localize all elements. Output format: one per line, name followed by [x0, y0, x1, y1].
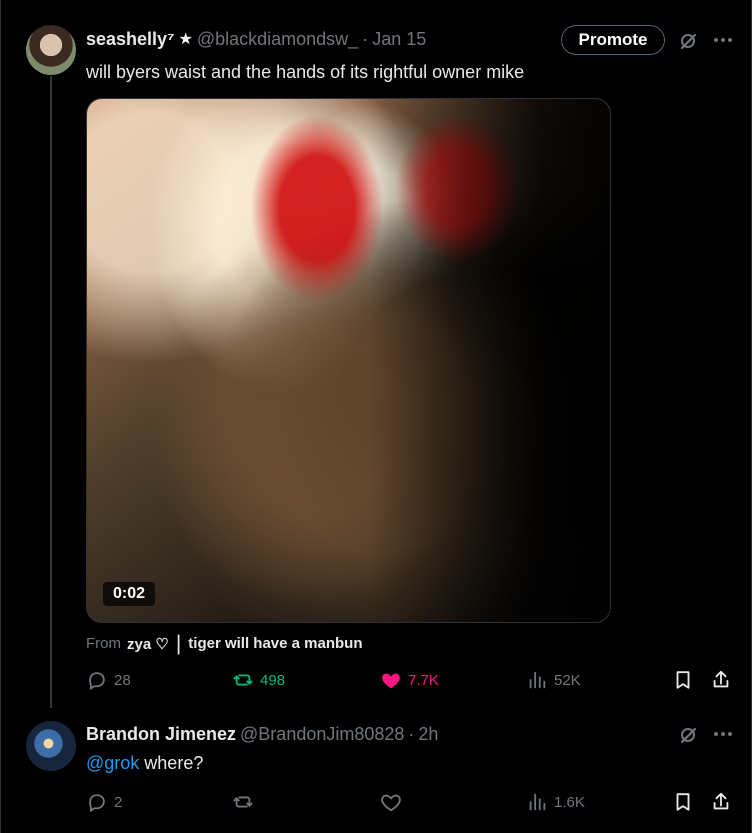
left-border	[0, 0, 1, 833]
source-divider: |	[175, 632, 182, 655]
author-badge: ★	[178, 31, 193, 48]
repost-count: 498	[260, 671, 286, 689]
views-icon	[529, 793, 546, 811]
author-avatar[interactable]	[26, 25, 76, 75]
views-icon	[529, 671, 546, 689]
repost-icon	[233, 674, 253, 686]
thread-line	[50, 76, 52, 708]
reply-views-button[interactable]: 1.6K	[526, 791, 585, 813]
repost-icon	[233, 796, 253, 808]
share-icon	[713, 792, 729, 810]
promote-button[interactable]: Promote	[561, 25, 665, 55]
reply-count: 28	[114, 671, 131, 689]
like-button[interactable]: 7.7K	[380, 669, 439, 691]
reply-separator-dot: ·	[408, 723, 415, 744]
author-handle[interactable]: @blackdiamondsw_	[197, 29, 358, 50]
source-author[interactable]: zya ♡	[127, 635, 169, 653]
reply-reply-button[interactable]: 2	[86, 791, 122, 813]
reply-share-button[interactable]	[710, 791, 732, 813]
reply-author-name[interactable]: Brandon Jimenez	[86, 724, 236, 745]
share-button[interactable]	[710, 669, 732, 691]
tweet-text: will byers waist and the hands of its ri…	[86, 62, 525, 82]
view-count: 52K	[554, 671, 581, 689]
reply-author-handle[interactable]: @BrandonJim80828	[240, 724, 404, 745]
reply-bookmark-button[interactable]	[672, 791, 694, 813]
reply-view-count: 1.6K	[554, 793, 585, 811]
reply-author-avatar[interactable]	[26, 721, 76, 771]
reply-text: @grok where?	[86, 751, 203, 775]
reply-body: where?	[139, 753, 204, 773]
source-title[interactable]: tiger will have a manbun	[188, 635, 362, 652]
like-icon	[382, 673, 400, 689]
video-source: From zya ♡ | tiger will have a manbun	[86, 633, 363, 654]
reply-actions: 2 1.6K	[86, 791, 746, 815]
video-duration: 0:02	[103, 582, 155, 606]
like-icon	[381, 794, 401, 812]
reply-reply-count: 2	[114, 793, 123, 811]
like-count: 7.7K	[408, 671, 439, 689]
reply-like-button[interactable]	[380, 791, 408, 813]
bookmark-button[interactable]	[672, 669, 694, 691]
source-from-label: From	[86, 635, 121, 652]
repost-button[interactable]: 498	[232, 669, 285, 691]
share-icon	[713, 670, 729, 688]
more-icon[interactable]	[712, 31, 734, 49]
reply-icon	[89, 794, 105, 813]
grok-icon[interactable]	[677, 30, 699, 52]
author-name[interactable]: seashelly⁷	[86, 29, 175, 50]
bookmark-icon	[676, 793, 690, 811]
reply-header: Brandon Jimenez @BrandonJim80828 · 2h	[86, 722, 438, 746]
tweet-date[interactable]: Jan 15	[372, 29, 426, 50]
tweet-header: seashelly⁷ ★ @blackdiamondsw_ · Jan 15	[86, 27, 426, 51]
separator-dot: ·	[362, 28, 369, 49]
reply-time[interactable]: 2h	[418, 724, 438, 745]
views-button[interactable]: 52K	[526, 669, 581, 691]
reply-button[interactable]: 28	[86, 669, 131, 691]
reply-repost-button[interactable]	[232, 791, 260, 813]
reply-mention[interactable]: @grok	[86, 753, 139, 773]
reply-icon	[89, 672, 105, 691]
tweet-actions: 28 498 7.7K 52K	[86, 669, 746, 693]
reply-more-icon[interactable]	[712, 725, 734, 743]
bookmark-icon	[676, 671, 690, 689]
reply-grok-icon[interactable]	[677, 724, 699, 746]
video-player[interactable]: 0:02	[86, 98, 611, 623]
